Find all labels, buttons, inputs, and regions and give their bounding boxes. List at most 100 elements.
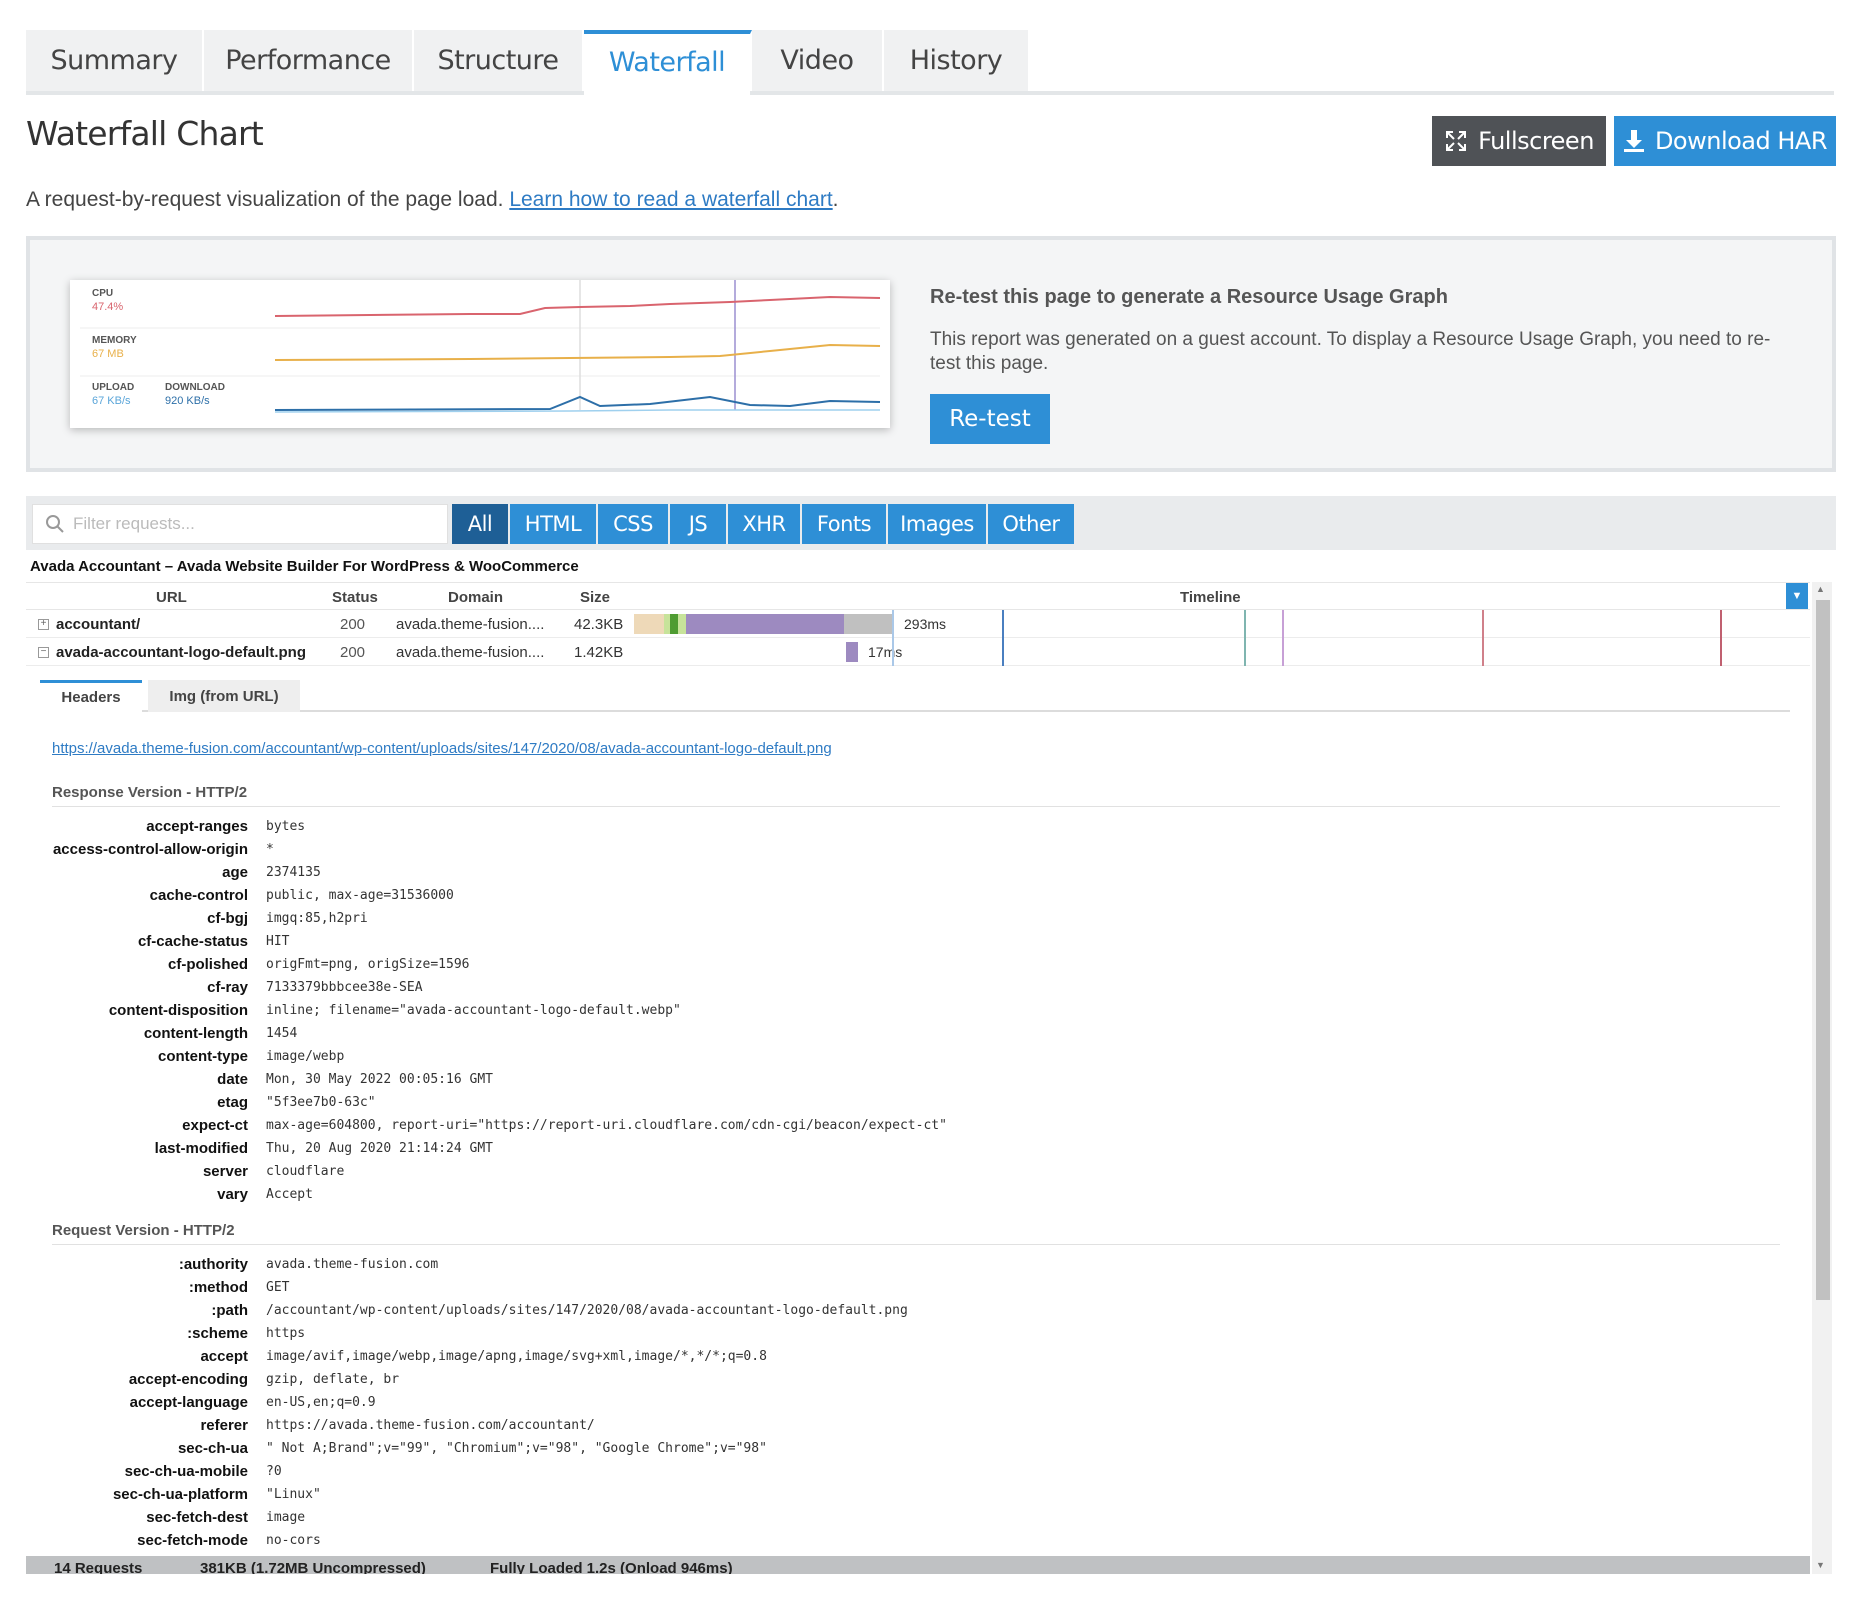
header-value: no-cors <box>266 1533 321 1548</box>
scroll-down-icon[interactable]: ▼ <box>1816 1560 1825 1570</box>
tab-waterfall[interactable]: Waterfall <box>584 30 752 95</box>
waterfall-table: Avada Accountant – Avada Website Builder… <box>26 552 1836 1574</box>
header-row: access-control-allow-origin * <box>26 839 1786 862</box>
column-dropdown-button[interactable]: ▼ <box>1786 583 1808 609</box>
timeline-marker <box>1244 610 1246 666</box>
header-value: "5f3ee7b0-63c" <box>266 1095 376 1110</box>
intro-suffix: . <box>832 188 839 211</box>
col-size[interactable]: Size <box>580 589 610 606</box>
scroll-up-icon[interactable]: ▲ <box>1816 584 1825 594</box>
filter-requests-input[interactable] <box>73 514 433 534</box>
load-time: Fully Loaded 1.2s (Onload 946ms) <box>490 1560 733 1574</box>
expand-icon <box>1446 131 1467 151</box>
tab-summary[interactable]: Summary <box>26 30 204 91</box>
header-key: sec-ch-ua-mobile <box>124 1463 248 1480</box>
cpu-label: CPU <box>92 288 113 299</box>
header-row: cf-ray 7133379bbbcee38e-SEA <box>26 977 1786 1000</box>
filter-xhr[interactable]: XHR <box>728 504 800 544</box>
download-har-button[interactable]: Download HAR <box>1614 116 1836 166</box>
download-har-label: Download HAR <box>1654 127 1828 155</box>
cpu-value: 47.4% <box>92 301 123 313</box>
tab-performance[interactable]: Performance <box>204 30 414 91</box>
header-row: referer https://avada.theme-fusion.com/ac… <box>26 1415 1786 1438</box>
header-value: cloudflare <box>266 1164 345 1179</box>
resource-graph-preview: CPU 47.4% MEMORY 67 MB UPLOAD 67 KB/s DO… <box>70 280 890 428</box>
filter-html[interactable]: HTML <box>510 504 596 544</box>
header-key: etag <box>217 1094 248 1111</box>
col-domain[interactable]: Domain <box>448 589 503 606</box>
header-key: referer <box>200 1417 248 1434</box>
tab-video[interactable]: Video <box>752 30 884 91</box>
filter-fonts[interactable]: Fonts <box>802 504 886 544</box>
header-row: cf-polished origFmt=png, origSize=1596 <box>26 954 1786 977</box>
header-key: cf-cache-status <box>137 933 248 950</box>
header-value: public, max-age=31536000 <box>266 888 454 903</box>
scrollbar-thumb[interactable] <box>1816 600 1830 1300</box>
row-name: accountant/ <box>56 616 141 633</box>
header-row: accept-language en-US,en;q=0.9 <box>26 1392 1786 1415</box>
header-value: HIT <box>266 934 290 949</box>
filter-js[interactable]: JS <box>670 504 726 544</box>
col-timeline[interactable]: Timeline <box>1180 589 1241 606</box>
header-row: sec-fetch-mode no-cors <box>26 1530 1786 1553</box>
expand-icon[interactable]: + <box>38 619 49 630</box>
header-row: content-disposition inline; filename="ava… <box>26 1000 1786 1023</box>
header-key: cf-bgj <box>207 910 248 927</box>
collapse-icon[interactable]: − <box>38 647 49 658</box>
row-name: avada-accountant-logo-default.png <box>56 644 307 661</box>
header-key: sec-ch-ua-platform <box>112 1486 248 1503</box>
header-value: " Not A;Brand";v="99", "Chromium";v="98"… <box>266 1441 767 1456</box>
response-section-title: Response Version - HTTP/2 <box>52 784 248 801</box>
header-key: server <box>202 1163 248 1180</box>
intro-text: A request-by-request visualization of th… <box>26 188 839 212</box>
memory-line <box>274 343 881 361</box>
filter-other[interactable]: Other <box>988 504 1074 544</box>
header-value: 2374135 <box>266 865 321 880</box>
filter-css[interactable]: CSS <box>598 504 668 544</box>
header-row: :scheme https <box>26 1323 1786 1346</box>
tab-structure[interactable]: Structure <box>414 30 584 91</box>
header-key: cache-control <box>149 887 248 904</box>
header-value: 7133379bbbcee38e-SEA <box>266 980 423 995</box>
header-row: etag "5f3ee7b0-63c" <box>26 1092 1786 1115</box>
header-value: Accept <box>266 1187 313 1202</box>
filter-all[interactable]: All <box>452 504 508 544</box>
row-size: 42.3KB <box>574 616 624 633</box>
header-row: sec-ch-ua " Not A;Brand";v="99", "Chromiu… <box>26 1438 1786 1461</box>
chevron-down-icon: ▼ <box>1791 590 1803 602</box>
fullscreen-button[interactable]: Fullscreen <box>1432 116 1606 166</box>
col-url[interactable]: URL <box>156 589 187 606</box>
upload-label: UPLOAD <box>92 382 134 393</box>
header-row: :method GET <box>26 1277 1786 1300</box>
upload-value: 67 KB/s <box>92 395 131 407</box>
site-title: Avada Accountant – Avada Website Builder… <box>30 558 579 575</box>
header-value: origFmt=png, origSize=1596 <box>266 957 470 972</box>
header-value: https <box>266 1326 306 1341</box>
header-key: cf-polished <box>167 956 248 973</box>
row-time: 293ms <box>904 616 947 632</box>
learn-waterfall-link[interactable]: Learn how to read a waterfall chart <box>509 188 832 211</box>
retest-title: Re-test this page to generate a Resource… <box>930 286 1448 308</box>
header-value: image/webp <box>266 1049 345 1064</box>
header-value: ?0 <box>266 1464 282 1479</box>
filter-images[interactable]: Images <box>888 504 986 544</box>
col-status[interactable]: Status <box>332 589 378 606</box>
request-url-link[interactable]: https://avada.theme-fusion.com/accountan… <box>52 740 832 757</box>
row-size: 1.42KB <box>574 644 624 661</box>
bar-receive <box>844 614 894 634</box>
retest-button[interactable]: Re-test <box>930 394 1050 444</box>
tab-history[interactable]: History <box>884 30 1030 91</box>
row-domain: avada.theme-fusion.... <box>396 616 545 633</box>
timeline-marker <box>1282 610 1284 666</box>
cpu-line <box>274 295 881 317</box>
table-row[interactable]: + accountant/ 200 avada.theme-fusion....… <box>26 610 1810 638</box>
bar-wait <box>846 642 858 662</box>
timeline-marker <box>1482 610 1484 666</box>
tab-headers[interactable]: Headers <box>40 680 142 712</box>
tab-img-from-url[interactable]: Img (from URL) <box>148 680 300 712</box>
table-row[interactable]: − avada-accountant-logo-default.png 200 … <box>26 638 1810 666</box>
request-type-filters: All HTML CSS JS XHR Fonts Images Other <box>452 504 1074 544</box>
filter-bar: All HTML CSS JS XHR Fonts Images Other <box>26 496 1836 550</box>
header-key: accept <box>200 1348 248 1365</box>
header-value: en-US,en;q=0.9 <box>266 1395 376 1410</box>
